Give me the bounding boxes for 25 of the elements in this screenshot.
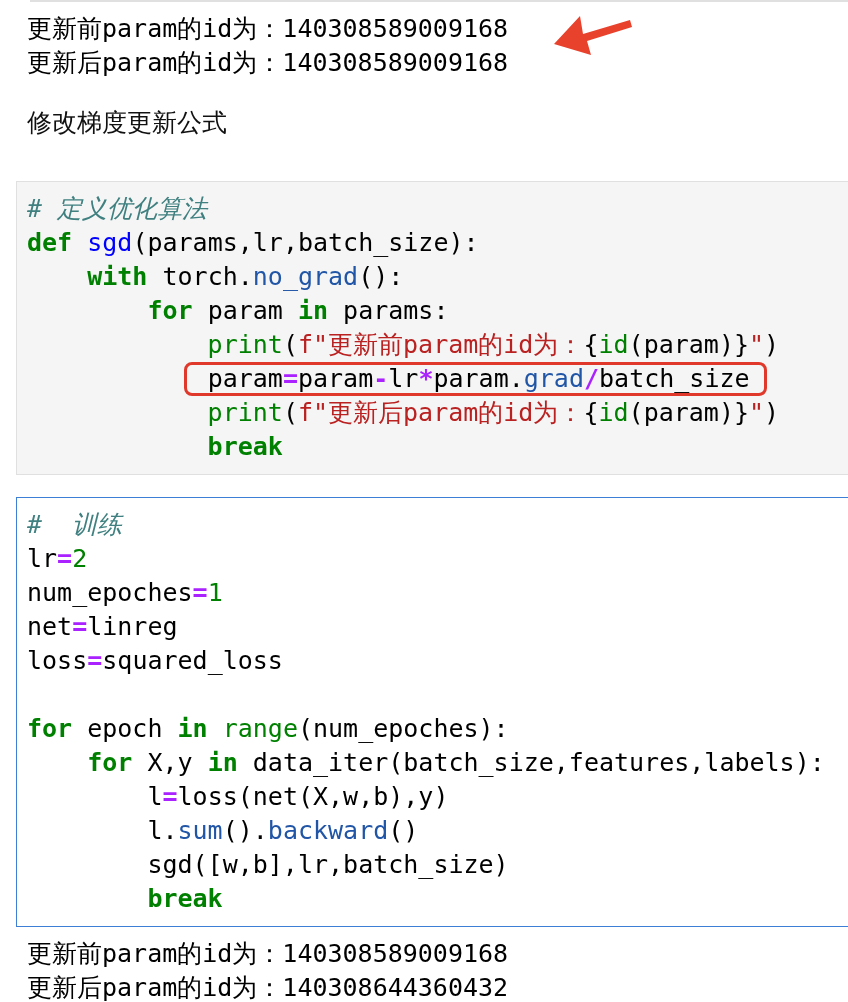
code-line: num_epoches=1 — [27, 577, 223, 609]
output-line: 更新后param的id为：140308644360432 — [27, 972, 509, 1002]
code-line: loss=squared_loss — [27, 645, 283, 677]
code-line: sgd([w,b],lr,batch_size) — [146, 849, 509, 881]
code-line: net=linreg — [27, 611, 178, 643]
code-line: print(f"更新前param的id为：{id(param)}") — [206, 329, 780, 361]
output-line: 更新后param的id为：140308589009168 — [27, 47, 509, 79]
code-line: lr=2 — [27, 543, 88, 575]
code-line: l=loss(net(X,w,b),y) — [146, 781, 449, 813]
code-line: for X,y in data_iter(batch_size,features,labels): — [86, 747, 825, 779]
code-line: with torch.no_grad(): — [86, 261, 404, 293]
markdown-text: 修改梯度更新公式 — [27, 107, 227, 139]
code-line: break — [206, 431, 283, 463]
code-line: for param in params: — [146, 295, 449, 327]
code-line: # 定义优化算法 — [27, 193, 208, 225]
code-line: # 训练 — [27, 509, 123, 541]
code-line: l.sum().backward() — [146, 815, 419, 847]
output-line: 更新前param的id为：140308589009168 — [27, 938, 509, 970]
code-line: def sgd(params,lr,batch_size): — [27, 227, 479, 259]
code-line: break — [146, 883, 223, 915]
code-cell[interactable] — [16, 497, 848, 927]
code-line: for epoch in range(num_epoches): — [27, 713, 509, 745]
code-line: print(f"更新后param的id为：{id(param)}") — [206, 397, 780, 429]
output-line: 更新前param的id为：140308589009168 — [27, 13, 509, 45]
code-cell[interactable]: # 定义优化算法 def sgd(params,lr,batch_size): with torch.no_grad(): for param in params: print(f"更新前param的id为：{id(param)}") param=param-lr*param.grad/batch_size print(f"更新后param的id为：{id(param)}") break — [16, 181, 848, 475]
